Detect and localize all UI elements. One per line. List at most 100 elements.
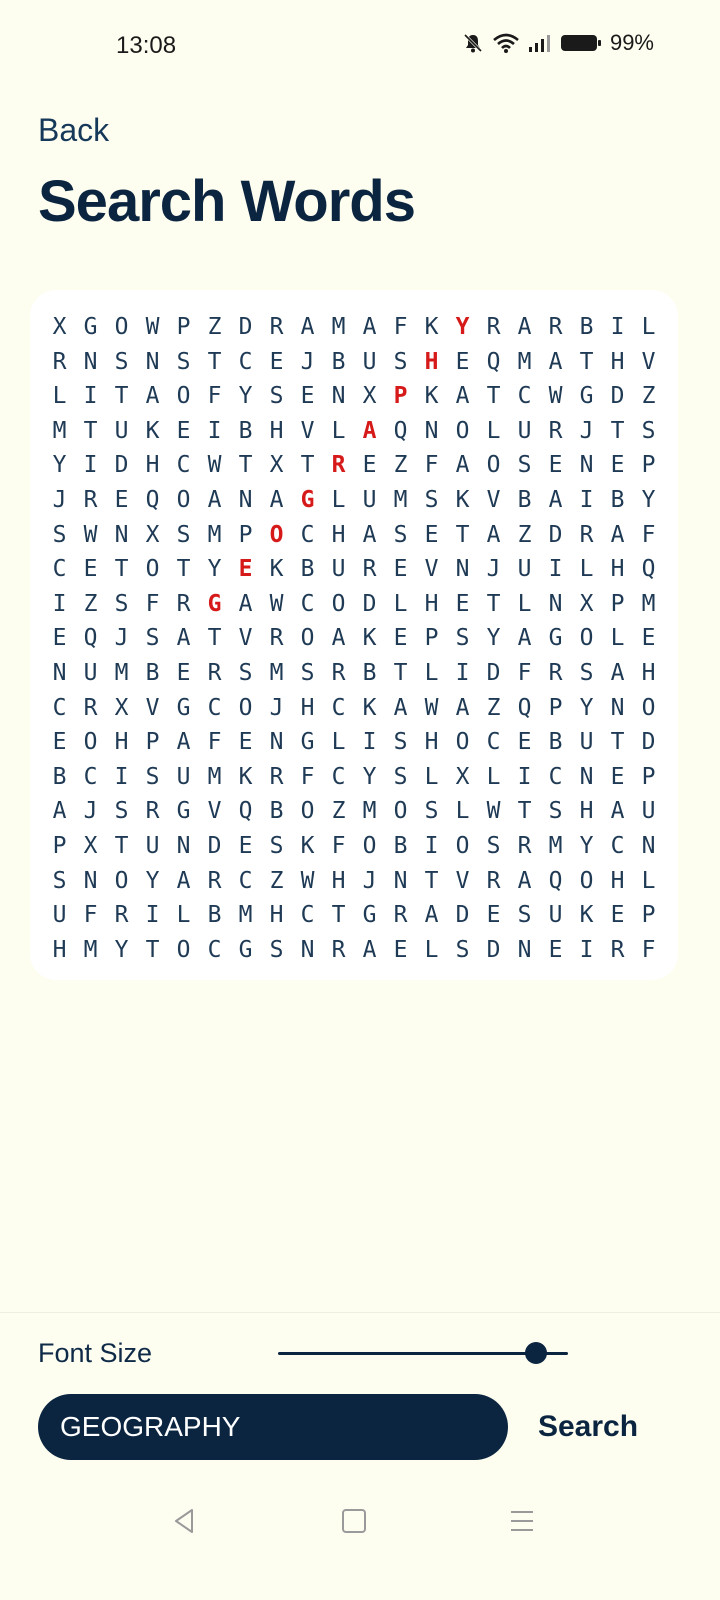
grid-letter: M [52, 417, 67, 444]
grid-letter: N [548, 590, 563, 617]
status-bar: 13:08 99% [0, 0, 720, 90]
grid-letter: R [548, 659, 563, 686]
grid-letter: G [579, 383, 594, 410]
grid-letter: A [145, 383, 160, 410]
grid-letter: Y [486, 625, 501, 652]
grid-letter: E [300, 383, 315, 410]
grid-letter: E [393, 936, 408, 963]
grid-letter: X [114, 694, 129, 721]
grid-letter: P [176, 314, 191, 340]
font-size-slider[interactable] [278, 1340, 568, 1368]
grid-letter: A [610, 521, 625, 548]
grid-letter: L [486, 417, 501, 444]
grid-letter: T [114, 556, 129, 583]
grid-letter: R [548, 417, 563, 444]
back-triangle-icon[interactable] [170, 1506, 198, 1541]
grid-letter: E [52, 625, 67, 652]
grid-letter: X [83, 832, 98, 859]
grid-letter: R [548, 314, 563, 340]
back-button[interactable]: Back [38, 112, 109, 149]
grid-letter: H [269, 902, 284, 929]
grid-letter: S [393, 348, 408, 375]
grid-letter: T [114, 832, 129, 859]
grid-letter: C [300, 521, 315, 548]
grid-letter: P [641, 902, 656, 929]
grid-letter: R [362, 556, 377, 583]
grid-letter: S [455, 625, 470, 652]
grid-letter: L [331, 486, 346, 513]
grid-letter: N [52, 659, 67, 686]
grid-letter: C [52, 694, 67, 721]
grid-letter: U [114, 417, 129, 444]
grid-letter: B [610, 486, 625, 513]
grid-letter: H [331, 867, 346, 894]
grid-letter: Z [393, 452, 408, 479]
grid-letter: B [300, 556, 315, 583]
grid-letter: O [300, 625, 315, 652]
grid-letter: H [145, 452, 160, 479]
grid-letter: H [424, 348, 439, 375]
menu-lines-icon[interactable] [508, 1506, 536, 1541]
grid-letter: I [455, 659, 470, 686]
grid-letter: S [52, 521, 67, 548]
grid-letter: Y [455, 314, 470, 340]
grid-letter: D [486, 936, 501, 963]
grid-letter: D [641, 729, 656, 756]
grid-letter: Z [83, 590, 98, 617]
grid-letter: N [610, 694, 625, 721]
grid-letter: X [145, 521, 160, 548]
grid-letter: T [114, 383, 129, 410]
grid-letter: N [641, 832, 656, 859]
grid-letter: F [145, 590, 160, 617]
grid-letter: V [641, 348, 656, 375]
grid-letter: N [83, 867, 98, 894]
grid-letter: S [393, 729, 408, 756]
grid-letter: M [331, 314, 346, 340]
grid-letter: M [548, 832, 563, 859]
grid-letter: R [579, 521, 594, 548]
grid-letter: Y [579, 832, 594, 859]
grid-letter: B [393, 832, 408, 859]
grid-letter: R [269, 625, 284, 652]
grid-letter: I [52, 590, 67, 617]
grid-letter: J [83, 798, 98, 825]
grid-letter: U [83, 659, 98, 686]
search-button[interactable]: Search [526, 1394, 650, 1460]
grid-letter: R [52, 348, 67, 375]
grid-letter: O [114, 314, 129, 340]
grid-letter: Y [114, 936, 129, 963]
grid-letter: B [238, 417, 253, 444]
grid-letter: S [548, 798, 563, 825]
grid-letter: K [300, 832, 315, 859]
grid-letter: A [424, 902, 439, 929]
grid-letter: A [517, 867, 532, 894]
word-search-input[interactable] [38, 1394, 508, 1460]
grid-letter: C [331, 763, 346, 790]
slider-thumb[interactable] [524, 1342, 547, 1364]
grid-letter: O [176, 936, 191, 963]
grid-letter: F [393, 314, 408, 340]
grid-letter: S [300, 659, 315, 686]
grid-letter: E [238, 729, 253, 756]
grid-letter: C [207, 936, 222, 963]
grid-letter: T [610, 729, 625, 756]
grid-letter: Q [83, 625, 98, 652]
grid-letter: O [300, 798, 315, 825]
status-icons: 99% [462, 30, 654, 56]
grid-letter: J [579, 417, 594, 444]
grid-letter: A [238, 590, 253, 617]
grid-letter: T [517, 798, 532, 825]
grid-letter: D [548, 521, 563, 548]
grid-letter: J [269, 694, 284, 721]
status-time: 13:08 [116, 32, 177, 59]
grid-letter: V [486, 486, 501, 513]
grid-letter: T [579, 348, 594, 375]
grid-letter: S [517, 902, 532, 929]
grid-letter: O [238, 694, 253, 721]
grid-letter: R [207, 659, 222, 686]
grid-letter: H [114, 729, 129, 756]
home-square-icon[interactable] [340, 1506, 368, 1541]
grid-letter: L [424, 936, 439, 963]
grid-letter: S [176, 348, 191, 375]
grid-letter: Q [517, 694, 532, 721]
